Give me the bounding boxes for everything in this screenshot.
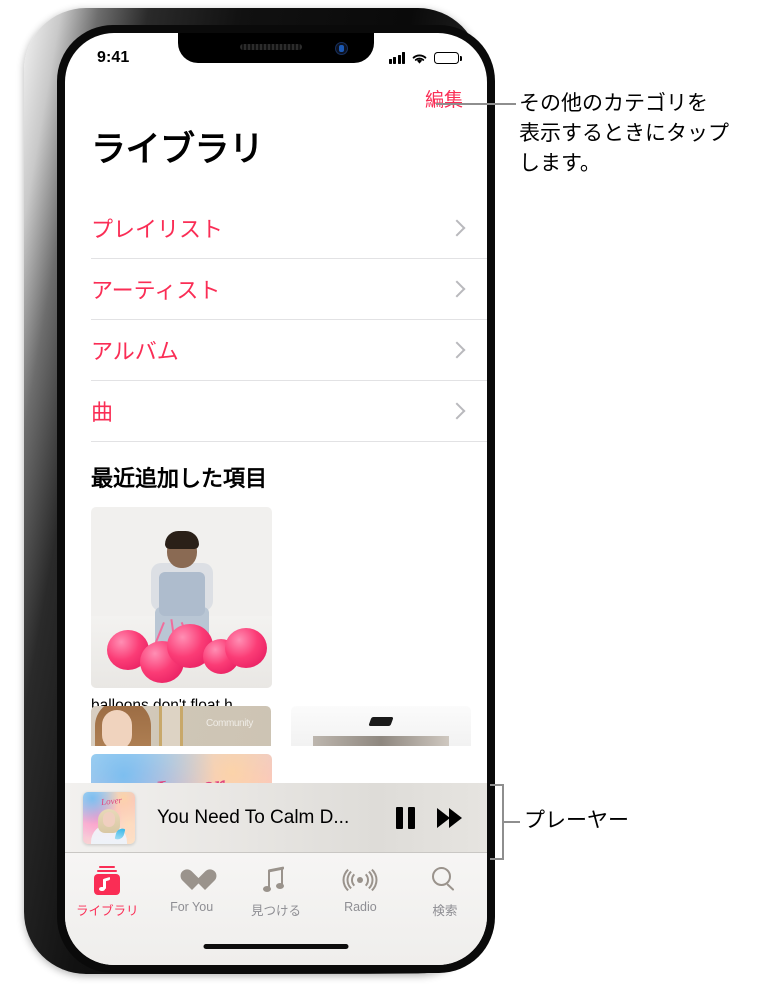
tab-radio[interactable]: Radio bbox=[318, 861, 402, 965]
tab-label: Radio bbox=[344, 900, 377, 914]
chevron-right-icon bbox=[448, 219, 466, 237]
edit-button[interactable]: 編集 bbox=[425, 85, 463, 112]
status-bar-icons bbox=[388, 52, 462, 65]
front-camera-icon bbox=[335, 42, 348, 55]
battery-icon bbox=[434, 52, 462, 64]
home-indicator[interactable] bbox=[203, 944, 349, 949]
pause-button[interactable] bbox=[396, 806, 415, 829]
notch bbox=[178, 33, 374, 63]
album-artwork-white[interactable] bbox=[291, 706, 471, 746]
sidebar-item-albums[interactable]: アルバム bbox=[91, 320, 487, 381]
section-header-recently-added: 最近追加した項目 bbox=[91, 466, 268, 491]
next-track-button[interactable] bbox=[437, 807, 463, 828]
navigation-bar: 編集 bbox=[65, 77, 487, 119]
tab-label: 見つける bbox=[251, 904, 302, 918]
mini-player-bar[interactable]: Lover You Need To Calm D... bbox=[65, 783, 487, 853]
sidebar-item-songs[interactable]: 曲 bbox=[91, 381, 487, 442]
tab-label: 検索 bbox=[432, 904, 458, 918]
category-label: プレイリスト bbox=[91, 217, 224, 242]
speaker-grille-icon bbox=[240, 44, 303, 50]
mini-art-wordmark: Lover bbox=[100, 794, 123, 807]
chevron-right-icon bbox=[448, 341, 466, 359]
mini-player-track-title: You Need To Calm D... bbox=[157, 806, 350, 828]
signal-bars-icon bbox=[388, 52, 405, 64]
tab-label: For You bbox=[170, 900, 214, 914]
callout-leader-line-edit bbox=[436, 103, 516, 105]
wifi-icon bbox=[412, 53, 427, 64]
heart-icon bbox=[179, 865, 205, 895]
radio-waves-icon bbox=[342, 864, 378, 896]
album-art-wordmark: Community bbox=[206, 718, 253, 729]
chevron-right-icon bbox=[448, 402, 466, 420]
page-title: ライブラリ bbox=[91, 130, 264, 169]
callout-text-edit: その他のカテゴリを 表示するときにタップ します。 bbox=[519, 91, 729, 175]
library-icon bbox=[94, 865, 121, 895]
category-label: アルバム bbox=[91, 339, 179, 364]
tab-browse[interactable]: 見つける bbox=[234, 861, 318, 965]
mini-player-controls bbox=[396, 806, 463, 829]
callout-bracket-player bbox=[490, 784, 504, 860]
sidebar-item-artists[interactable]: アーティスト bbox=[91, 259, 487, 320]
chevron-right-icon bbox=[448, 280, 466, 298]
category-label: アーティスト bbox=[91, 278, 221, 303]
tab-library[interactable]: ライブラリ bbox=[65, 861, 149, 965]
album-artwork-community[interactable]: Community bbox=[91, 706, 271, 746]
music-note-icon bbox=[263, 865, 288, 895]
phone-device-frame: 9:41 編集 ライブラリ プレイリスト アーティスト アルバム 曲 最近追加し… bbox=[24, 8, 495, 974]
mini-player-artwork[interactable]: Lover bbox=[83, 791, 135, 844]
category-label: 曲 bbox=[91, 400, 114, 425]
phone-screen: 9:41 編集 ライブラリ プレイリスト アーティスト アルバム 曲 最近追加し… bbox=[65, 33, 487, 965]
library-category-list: プレイリスト アーティスト アルバム 曲 bbox=[65, 198, 487, 442]
callout-leader-line-player bbox=[504, 821, 520, 823]
callout-text-player: プレーヤー bbox=[524, 808, 629, 832]
recently-added-grid-row-partial: Community bbox=[91, 706, 471, 746]
tab-label: ライブラリ bbox=[75, 904, 139, 918]
tab-search[interactable]: 検索 bbox=[403, 861, 487, 965]
tab-for-you[interactable]: For You bbox=[149, 861, 233, 965]
status-bar-time: 9:41 bbox=[97, 49, 130, 66]
album-artwork-balloons[interactable] bbox=[91, 507, 272, 688]
search-icon bbox=[431, 865, 458, 895]
sidebar-item-playlists[interactable]: プレイリスト bbox=[91, 198, 487, 259]
album-cell[interactable]: balloons don't float h... Isaac Dunbar bbox=[91, 507, 272, 736]
